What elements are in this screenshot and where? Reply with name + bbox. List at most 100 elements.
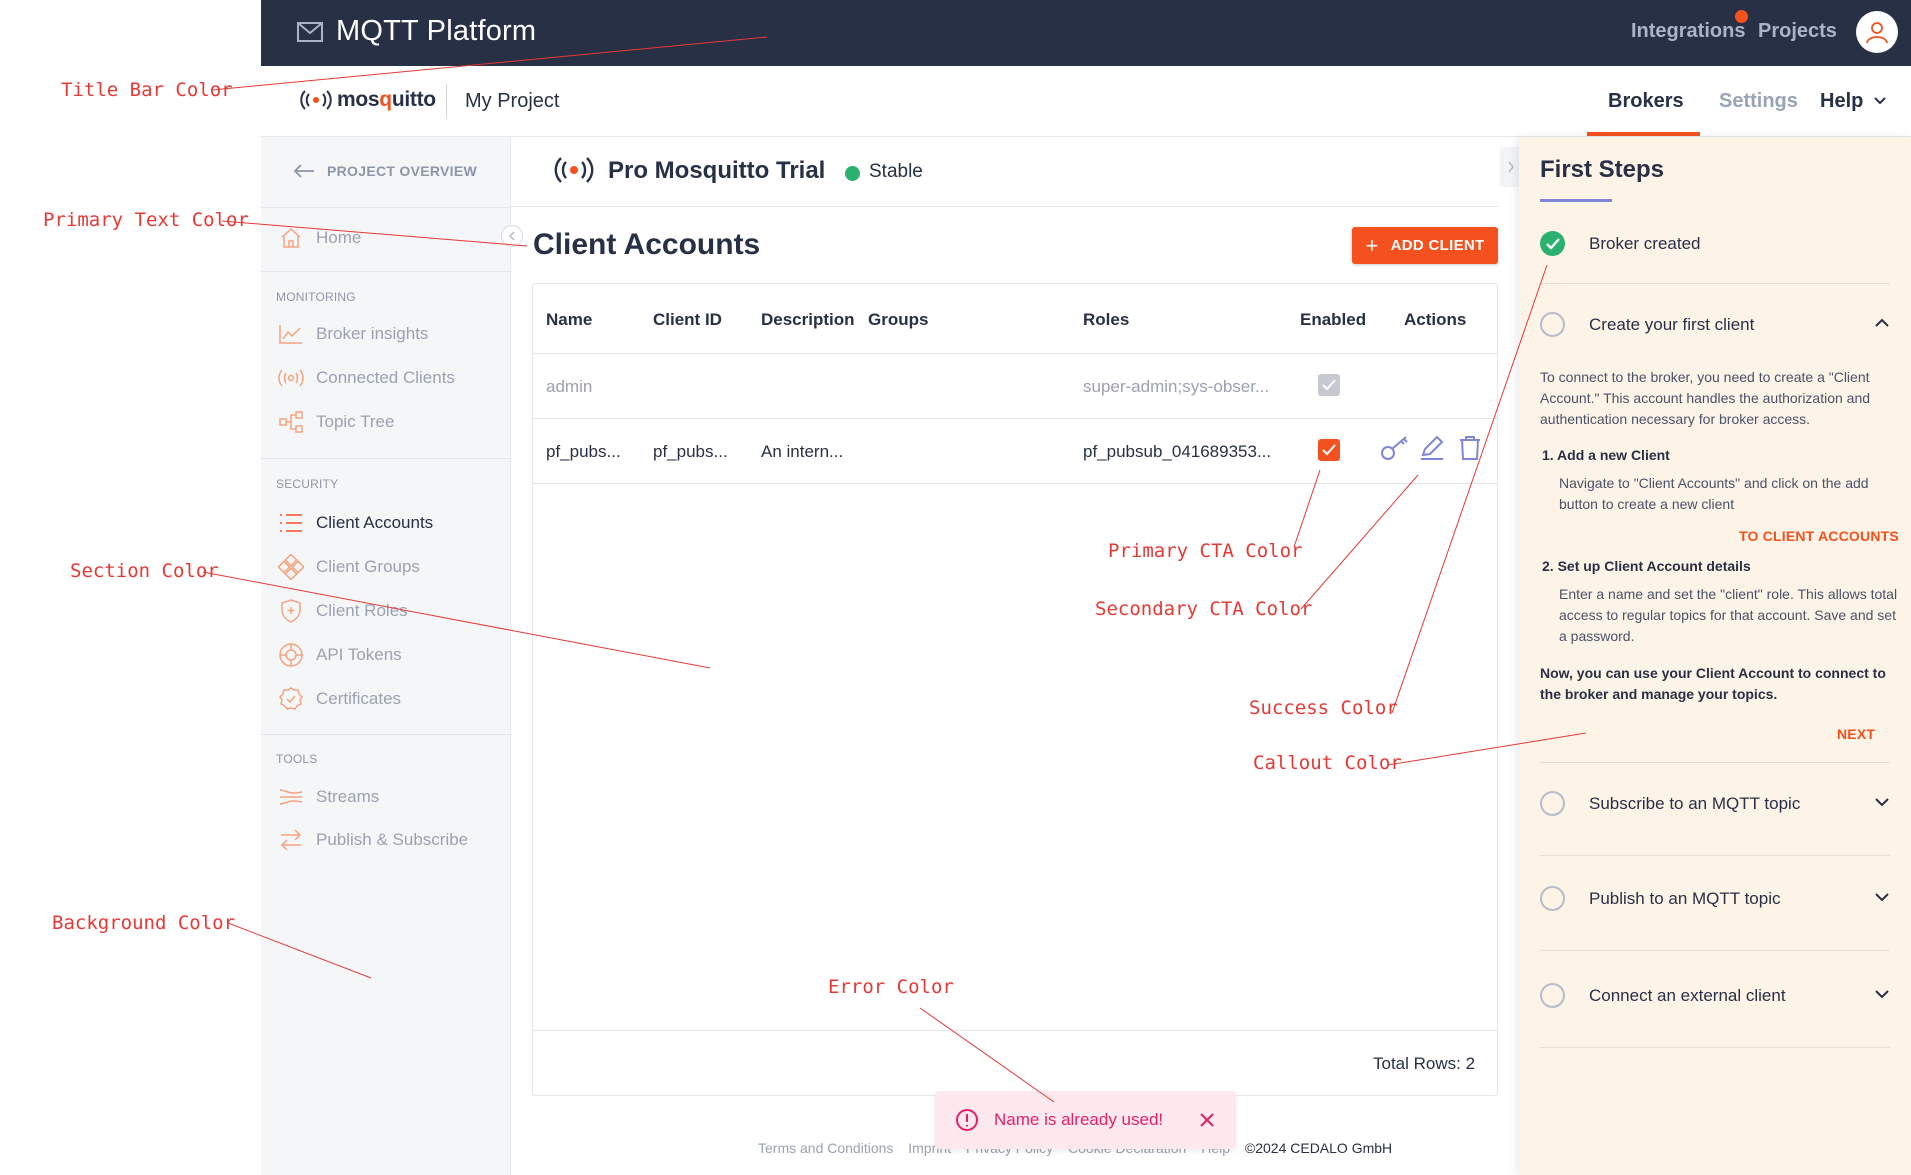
groups-icon	[277, 553, 305, 581]
column-header-groups[interactable]: Groups	[868, 310, 928, 330]
table-divider	[533, 353, 1497, 354]
sidebar-item-label: Streams	[316, 787, 380, 806]
sidebar-item-home[interactable]: Home	[277, 223, 361, 253]
enabled-checkbox	[1318, 374, 1340, 396]
enabled-checkbox[interactable]	[1318, 439, 1340, 461]
sidebar-item-label: Topic Tree	[316, 412, 395, 431]
shield-icon	[277, 597, 305, 625]
step-subscribe[interactable]: Subscribe to an MQTT topic	[1540, 791, 1890, 816]
home-icon	[277, 224, 305, 252]
sidebar-item-label: Client Groups	[316, 557, 420, 576]
plus-icon: +	[1365, 232, 1379, 258]
step-label: Connect an external client	[1589, 985, 1786, 1005]
title-bar: MQTT Platform Integrations Projects	[261, 0, 1911, 66]
chevron-down-icon[interactable]	[1873, 96, 1887, 106]
tab-brokers[interactable]: Brokers	[1608, 90, 1684, 113]
annotation-primary-cta: Primary CTA Color	[1108, 540, 1303, 562]
sidebar-item-label: Publish & Subscribe	[316, 830, 469, 849]
step-outro-text: Now, you can use your Client Account to …	[1540, 665, 1886, 702]
cell-name: admin	[546, 377, 593, 396]
broadcast-icon	[277, 364, 305, 392]
header-divider	[446, 84, 447, 118]
next-link[interactable]: NEXT	[1837, 726, 1875, 742]
sidebar-item-label: Connected Clients	[316, 368, 455, 387]
sidebar-item-certificates[interactable]: Certificates	[277, 684, 401, 714]
sidebar-item-label: Client Accounts	[316, 513, 434, 532]
step-divider	[1540, 950, 1890, 951]
chevron-down-icon[interactable]	[1874, 989, 1890, 999]
column-header-description[interactable]: Description	[761, 310, 855, 330]
title-underline	[1540, 199, 1612, 202]
sidebar-item-topic-tree[interactable]: Topic Tree	[277, 407, 394, 437]
key-icon[interactable]	[1380, 435, 1410, 461]
column-header-name[interactable]: Name	[546, 310, 592, 330]
logo-text: mosquitto	[337, 88, 436, 111]
chevron-down-icon[interactable]	[1874, 892, 1890, 902]
user-avatar-button[interactable]	[1856, 11, 1898, 53]
to-client-accounts-link[interactable]: TO CLIENT ACCOUNTS	[1739, 528, 1899, 544]
annotation-success: Success Color	[1249, 697, 1398, 719]
collapse-sidebar-button[interactable]	[501, 225, 523, 247]
chevron-up-icon[interactable]	[1874, 318, 1890, 328]
column-header-roles[interactable]: Roles	[1083, 310, 1129, 330]
step-broker-created: Broker created	[1540, 231, 1890, 256]
chevron-right-icon	[1508, 161, 1514, 173]
substep-title: 2. Set up Client Account details	[1542, 558, 1751, 574]
sidebar-item-publish-subscribe[interactable]: Publish & Subscribe	[277, 825, 468, 855]
nav-projects[interactable]: Projects	[1758, 20, 1837, 43]
step-create-first-client[interactable]: Create your first client	[1540, 312, 1890, 337]
project-overview-link[interactable]: PROJECT OVERVIEW	[293, 163, 477, 179]
footer-link-terms[interactable]: Terms and Conditions	[758, 1140, 893, 1156]
tab-settings[interactable]: Settings	[1719, 90, 1798, 113]
status-indicator	[845, 166, 860, 181]
step-label: Publish to an MQTT topic	[1589, 888, 1781, 908]
sidebar-item-broker-insights[interactable]: Broker insights	[277, 319, 428, 349]
sidebar-item-connected-clients[interactable]: Connected Clients	[277, 363, 455, 393]
column-header-enabled[interactable]: Enabled	[1300, 310, 1366, 330]
sidebar-item-api-tokens[interactable]: API Tokens	[277, 640, 402, 670]
annotation-background: Background Color	[52, 912, 236, 934]
first-steps-title: First Steps	[1540, 156, 1665, 183]
sidebar: PROJECT OVERVIEW Home MONITORING Broker …	[261, 137, 523, 1175]
certificate-icon	[277, 685, 305, 713]
arrow-left-icon	[293, 164, 314, 178]
sidebar-item-label: Certificates	[316, 689, 402, 708]
token-icon	[277, 641, 305, 669]
sidebar-item-streams[interactable]: Streams	[277, 782, 379, 812]
sidebar-item-client-roles[interactable]: Client Roles	[277, 596, 408, 626]
error-toast: Name is already used!	[935, 1091, 1236, 1149]
step-divider	[1540, 1047, 1890, 1048]
notification-dot	[1735, 10, 1748, 23]
project-name[interactable]: My Project	[465, 90, 559, 113]
streams-icon	[277, 783, 305, 811]
tree-icon	[277, 408, 305, 436]
sidebar-item-label: API Tokens	[316, 645, 402, 664]
section-title-security: SECURITY	[276, 477, 339, 491]
step-publish[interactable]: Publish to an MQTT topic	[1540, 886, 1890, 911]
sidebar-divider	[261, 458, 511, 459]
empty-circle-icon	[1540, 886, 1565, 911]
sidebar-item-label: Home	[316, 228, 362, 247]
sidebar-item-client-groups[interactable]: Client Groups	[277, 552, 420, 582]
client-accounts-table: Name Client ID Description Groups Roles …	[532, 283, 1498, 1096]
column-header-client-id[interactable]: Client ID	[653, 310, 722, 330]
tab-help[interactable]: Help	[1820, 90, 1863, 113]
close-icon[interactable]	[1198, 1111, 1216, 1129]
empty-circle-icon	[1540, 312, 1565, 337]
copyright: ©2024 CEDALO GmbH	[1244, 1140, 1393, 1156]
step-label: Subscribe to an MQTT topic	[1589, 793, 1801, 813]
substep-title: 1. Add a new Client	[1542, 447, 1670, 463]
chevron-left-icon	[508, 231, 515, 241]
sidebar-item-client-accounts[interactable]: Client Accounts	[277, 508, 433, 538]
nav-integrations[interactable]: Integrations	[1631, 20, 1745, 43]
delete-icon[interactable]	[1458, 435, 1482, 461]
add-client-button[interactable]: + ADD CLIENT	[1352, 227, 1498, 264]
annotation-callout: Callout Color	[1253, 752, 1402, 774]
mosquitto-logo[interactable]: mosquitto	[299, 88, 436, 112]
chevron-down-icon[interactable]	[1874, 797, 1890, 807]
edit-icon[interactable]	[1419, 435, 1445, 461]
step-divider	[1540, 762, 1890, 763]
list-icon	[277, 509, 305, 537]
substep-body: Enter a name and set the "client" role. …	[1559, 586, 1898, 644]
step-connect-external[interactable]: Connect an external client	[1540, 983, 1890, 1008]
